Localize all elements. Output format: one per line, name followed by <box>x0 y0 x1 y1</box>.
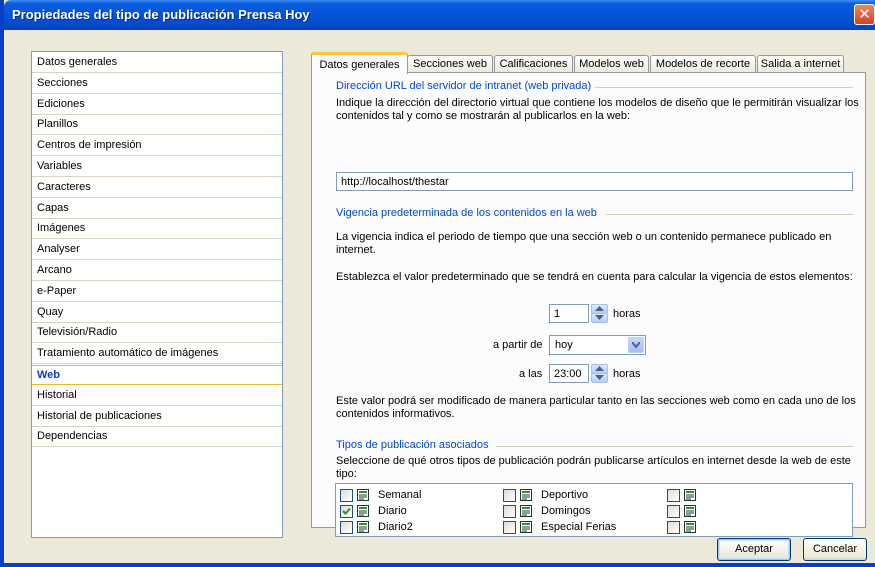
sidebar-item[interactable]: Centros de impresión <box>32 136 282 157</box>
sidebar-item[interactable]: Historial de publicaciones <box>32 407 282 427</box>
publication-type-checkbox[interactable] <box>340 489 353 502</box>
tab[interactable]: Modelos web <box>574 55 649 73</box>
publication-type-label: Diario <box>378 505 407 517</box>
publication-type-checkbox[interactable] <box>667 489 680 502</box>
close-icon: ✕ <box>858 5 871 23</box>
window-title: Propiedades del tipo de publicación Pren… <box>12 7 310 22</box>
arrow-down-icon <box>595 375 604 380</box>
newspaper-icon <box>683 504 697 518</box>
sidebar-item[interactable]: Analyser <box>32 240 282 261</box>
publication-type-label: Diario2 <box>378 521 413 533</box>
hours-stepper[interactable] <box>591 304 609 323</box>
from-select-value: hoy <box>555 339 573 351</box>
at-label: a las <box>519 368 543 380</box>
sidebar-item[interactable]: Caracteres <box>32 178 282 198</box>
group-title-validity: Vigencia predeterminada de los contenido… <box>336 207 601 219</box>
sidebar-item[interactable]: e-Paper <box>32 282 282 302</box>
tab[interactable]: Modelos de recorte <box>650 55 756 73</box>
publication-type-checkbox[interactable] <box>503 521 516 534</box>
time-input[interactable] <box>549 364 589 383</box>
newspaper-icon <box>683 520 697 534</box>
newspaper-icon <box>356 488 370 502</box>
close-button[interactable]: ✕ <box>854 4 875 25</box>
group-separator <box>582 87 853 88</box>
validity-description: La vigencia indica el periodo de tiempo … <box>336 231 832 256</box>
from-label: a partir de <box>493 339 543 351</box>
sidebar-item[interactable]: Dependencias <box>32 427 282 448</box>
group-separator <box>606 214 853 215</box>
from-select[interactable]: hoy <box>549 335 646 355</box>
newspaper-icon <box>356 504 370 518</box>
validity-instruction: Establezca el valor predeterminado que s… <box>336 271 853 283</box>
tab[interactable]: Calificaciones <box>494 55 573 73</box>
sidebar-item[interactable]: Ediciones <box>32 95 282 115</box>
from-select-arrow[interactable] <box>628 337 644 353</box>
arrow-up-icon <box>595 306 604 311</box>
publication-type-label: Deportivo <box>541 489 589 501</box>
publication-type-checkbox[interactable] <box>503 505 516 518</box>
validity-note: Este valor podrá ser modificado de maner… <box>336 395 856 420</box>
time-down-button[interactable] <box>591 373 608 383</box>
sidebar-item[interactable]: Web <box>32 365 282 385</box>
sidebar-item[interactable]: Quay <box>32 303 282 323</box>
sidebar-item[interactable]: Variables <box>32 157 282 177</box>
sidebar-list: Datos generales Secciones Ediciones Planill… <box>31 51 283 538</box>
title-bar[interactable]: Propiedades del tipo de publicación Pren… <box>4 0 875 30</box>
sidebar-item[interactable]: Datos generales <box>32 53 282 73</box>
publication-type-checkbox[interactable] <box>340 521 353 534</box>
checkmark-icon <box>342 507 351 515</box>
newspaper-icon <box>683 488 697 502</box>
dialog-client: Datos generales Secciones Ediciones Planill… <box>8 30 875 563</box>
time-stepper[interactable] <box>591 364 609 383</box>
properties-dialog: Propiedades del tipo de publicación Pren… <box>0 0 875 567</box>
types-description: Seleccione de qué otros tipos de publica… <box>336 455 851 480</box>
group-title-types: Tipos de publicación asociados <box>336 439 493 451</box>
publication-type-label: Domingos <box>541 505 591 517</box>
newspaper-icon <box>519 504 533 518</box>
cancel-button[interactable]: Cancelar <box>803 538 867 561</box>
hours-unit-label: horas <box>613 308 641 320</box>
url-description: Indique la dirección del directorio virt… <box>336 97 859 122</box>
tab-panel-datos-generales: Dirección URL del servidor de intranet (… <box>311 72 866 528</box>
publication-type-label: Semanal <box>378 489 422 501</box>
newspaper-icon <box>519 488 533 502</box>
chevron-down-icon <box>632 342 640 348</box>
arrow-up-icon <box>595 366 604 371</box>
sidebar-item[interactable]: Secciones <box>32 74 282 94</box>
hours-input[interactable] <box>549 304 589 323</box>
hours-down-button[interactable] <box>591 313 608 323</box>
ok-button[interactable]: Aceptar <box>717 538 791 561</box>
arrow-down-icon <box>595 315 604 320</box>
publication-type-label: Especial Ferias <box>541 521 617 533</box>
group-separator <box>496 446 853 447</box>
url-input[interactable] <box>336 172 853 191</box>
sidebar-item[interactable]: Arcano <box>32 261 282 281</box>
sidebar-item[interactable]: Capas <box>32 199 282 219</box>
sidebar-item[interactable]: Planillos <box>32 115 282 136</box>
newspaper-icon <box>356 520 370 534</box>
publication-type-checkbox[interactable] <box>667 505 680 518</box>
publication-type-checkbox[interactable] <box>667 521 680 534</box>
group-title-url: Dirección URL del servidor de intranet (… <box>336 80 596 92</box>
publication-types-list: Semanal Diario Diario2 Deportivo Domingos Esp… <box>335 483 853 537</box>
sidebar-item[interactable]: Imágenes <box>32 219 282 240</box>
sidebar-item[interactable]: Tratamiento automático de imágenes <box>32 344 282 365</box>
sidebar-item[interactable]: Historial <box>32 386 282 406</box>
tab[interactable]: Salida a internet <box>757 55 844 73</box>
tab[interactable]: Secciones web <box>407 55 493 73</box>
newspaper-icon <box>519 520 533 534</box>
tab[interactable]: Datos generales <box>311 52 408 74</box>
publication-type-checkbox[interactable] <box>503 489 516 502</box>
time-unit-label: horas <box>613 368 641 380</box>
publication-type-checkbox[interactable] <box>340 505 353 518</box>
sidebar-item[interactable]: Televisión/Radio <box>32 323 282 344</box>
